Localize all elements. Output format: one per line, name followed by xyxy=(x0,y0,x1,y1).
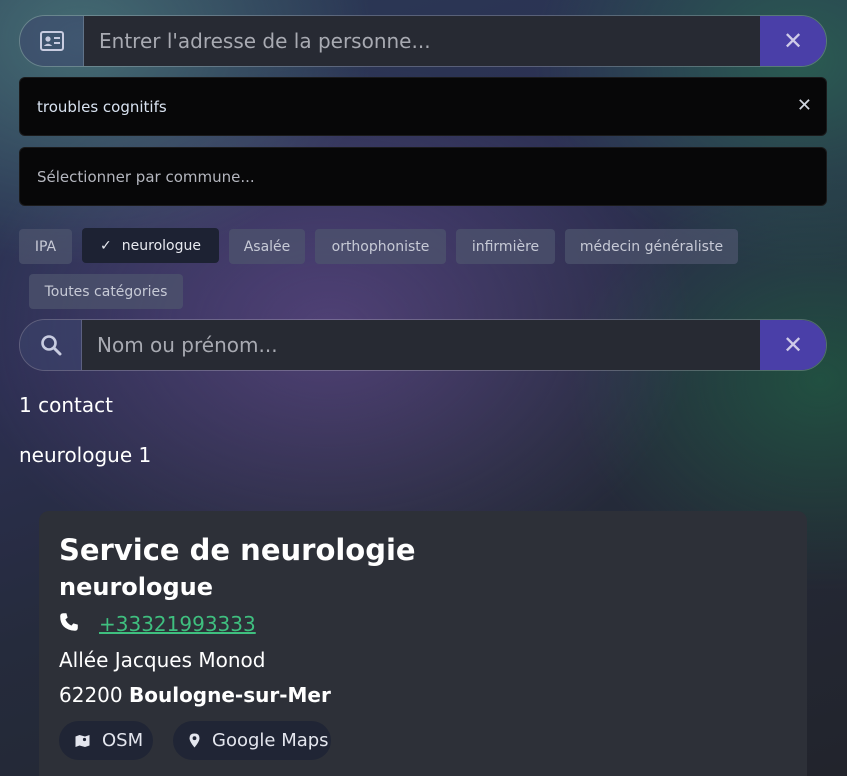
category-chip-ipa[interactable]: IPA xyxy=(19,229,72,264)
osm-button[interactable]: OSM xyxy=(59,721,153,760)
contact-category: neurologue xyxy=(59,573,214,601)
address-clear-button[interactable]: ✕ xyxy=(760,16,826,66)
keyword-select-value: troubles cognitifs xyxy=(37,97,167,116)
contact-phone-link[interactable]: +33321993333 xyxy=(99,612,256,636)
map-icon xyxy=(75,734,90,747)
id-card-icon xyxy=(20,16,84,66)
category-chip-neurologue[interactable]: ✓ neurologue xyxy=(82,228,219,263)
chip-label: médecin généraliste xyxy=(579,238,724,255)
contact-city-row: 62200 Boulogne-sur-Mer xyxy=(59,683,331,707)
contact-city: Boulogne-sur-Mer xyxy=(128,683,331,707)
chip-label: Toutes catégories xyxy=(44,283,168,300)
search-icon xyxy=(20,320,82,370)
category-chip-orthophoniste[interactable]: orthophoniste xyxy=(315,229,446,264)
address-input[interactable] xyxy=(84,16,760,66)
phone-icon xyxy=(59,612,79,636)
results-count: 1 contact xyxy=(19,393,113,417)
name-clear-button[interactable]: ✕ xyxy=(760,320,826,370)
category-chip-medecin-generaliste[interactable]: médecin généraliste xyxy=(565,229,738,264)
google-maps-button[interactable]: Google Maps xyxy=(173,721,331,760)
name-input[interactable] xyxy=(82,320,760,370)
osm-label: OSM xyxy=(102,730,144,751)
contact-name: Service de neurologie xyxy=(59,533,416,567)
chip-label: orthophoniste xyxy=(331,238,430,255)
chip-label: infirmière xyxy=(471,238,540,255)
category-chip-toutes[interactable]: Toutes catégories xyxy=(29,274,183,309)
check-icon: ✓ xyxy=(100,237,112,254)
map-pin-icon xyxy=(189,733,200,748)
chip-label: IPA xyxy=(34,238,57,255)
close-icon: ✕ xyxy=(782,331,804,359)
commune-select-placeholder: Sélectionner par commune... xyxy=(37,167,255,186)
category-chip-asalee[interactable]: Asalée xyxy=(229,229,305,264)
contact-street: Allée Jacques Monod xyxy=(59,648,266,672)
commune-select[interactable]: Sélectionner par commune... xyxy=(19,147,827,206)
category-chip-infirmiere[interactable]: infirmière xyxy=(456,229,555,264)
contact-card: Service de neurologie neurologue +333219… xyxy=(39,511,807,776)
address-search-group: ✕ xyxy=(19,15,827,67)
keyword-select[interactable]: troubles cognitifs ✕ xyxy=(19,77,827,136)
close-icon[interactable]: ✕ xyxy=(797,95,812,116)
close-icon: ✕ xyxy=(782,27,804,55)
results-group-label: neurologue 1 xyxy=(19,443,152,467)
google-maps-label: Google Maps xyxy=(212,730,329,751)
contact-postcode: 62200 xyxy=(59,683,129,707)
name-search-group: ✕ xyxy=(19,319,827,371)
chip-label: neurologue xyxy=(121,237,201,254)
chip-label: Asalée xyxy=(243,238,291,255)
contact-phone-row: +33321993333 xyxy=(59,612,256,636)
